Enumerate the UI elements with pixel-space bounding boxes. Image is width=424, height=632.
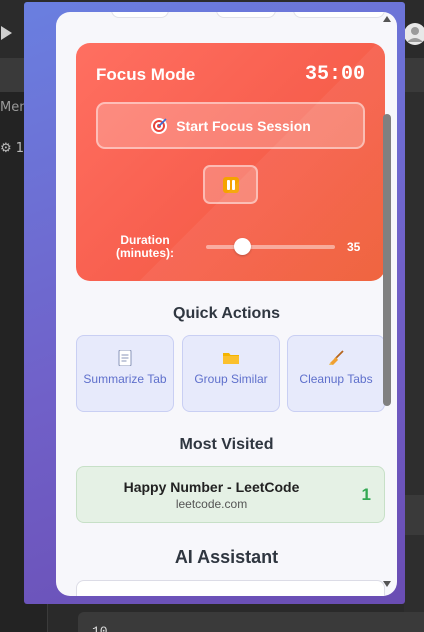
pause-button[interactable] (203, 165, 258, 204)
background-right-panel (404, 92, 424, 632)
scroll-down-arrow-icon[interactable] (383, 581, 391, 587)
scroll-up-arrow-icon[interactable] (383, 16, 391, 22)
popup-frame: Focus Mode 35:00 Start Focus Session Dur… (24, 2, 405, 604)
document-icon (116, 349, 134, 367)
cleanup-tabs-label: Cleanup Tabs (299, 372, 373, 386)
summarize-tab-label: Summarize Tab (83, 372, 167, 386)
start-focus-session-button[interactable]: Start Focus Session (96, 102, 365, 149)
partial-card-top (293, 12, 385, 18)
most-visited-count: 1 (361, 485, 371, 504)
most-visited-item[interactable]: Happy Number - LeetCode leetcode.com 1 (76, 466, 385, 523)
popup-scrollbar[interactable] (380, 10, 394, 594)
ai-assistant-title: AI Assistant (174, 547, 279, 567)
duration-slider-thumb[interactable] (234, 238, 252, 255)
duration-slider[interactable] (206, 238, 335, 255)
most-visited-title: Most Visited (179, 436, 274, 453)
summarize-tab-button[interactable]: Summarize Tab (76, 335, 174, 412)
duration-value: 35 (347, 240, 361, 254)
avatar[interactable] (403, 22, 424, 46)
group-similar-button[interactable]: Group Similar (182, 335, 280, 412)
background-right-block (404, 495, 424, 535)
focus-timer: 35:00 (304, 63, 365, 86)
most-visited-name: Happy Number - LeetCode (123, 479, 300, 495)
pause-icon (222, 176, 239, 193)
broom-icon (327, 350, 345, 366)
group-similar-label: Group Similar (194, 372, 268, 386)
start-focus-session-label: Start Focus Session (176, 117, 311, 134)
quick-actions-title: Quick Actions (173, 305, 280, 322)
duration-label: Duration (minutes): (116, 233, 174, 260)
ai-assistant-input[interactable] (76, 580, 385, 596)
most-visited-url: leetcode.com (175, 497, 248, 511)
scrollbar-thumb[interactable] (383, 114, 391, 406)
bottom-partial-text: 10 (92, 624, 108, 632)
play-icon[interactable] (0, 22, 14, 44)
popup-panel: Focus Mode 35:00 Start Focus Session Dur… (56, 12, 397, 596)
background-bottom-panel (78, 612, 424, 632)
focus-mode-card: Focus Mode 35:00 Start Focus Session Dur… (76, 43, 385, 281)
partial-card-top (216, 12, 276, 18)
folder-icon (222, 350, 240, 366)
cleanup-tabs-button[interactable]: Cleanup Tabs (287, 335, 385, 412)
partial-card-top (111, 12, 169, 18)
target-icon (150, 117, 168, 135)
focus-mode-title: Focus Mode (96, 65, 196, 84)
